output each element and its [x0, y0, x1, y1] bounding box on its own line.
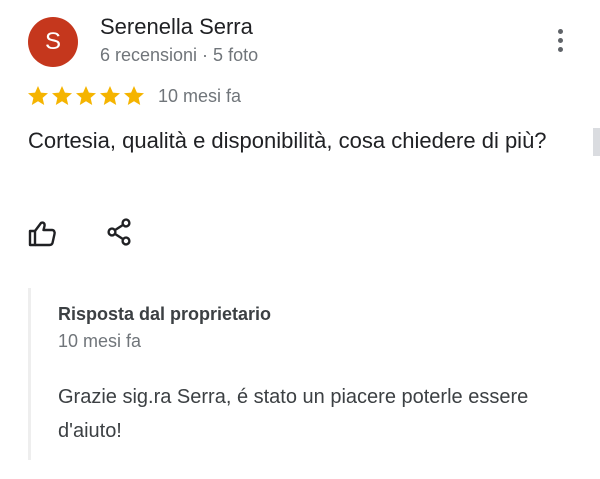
star-icon — [124, 86, 144, 105]
star-icon — [52, 86, 72, 105]
star-icon — [100, 86, 120, 105]
rating-row: 10 mesi fa — [26, 84, 241, 108]
avatar-letter: S — [44, 28, 61, 55]
star-icon — [28, 86, 48, 105]
share-icon — [107, 218, 131, 246]
review-card: S Serenella Serra 6 recensioni · 5 foto … — [0, 0, 600, 479]
more-vert-icon — [557, 28, 563, 34]
avatar[interactable]: S — [28, 17, 78, 67]
owner-response-title: Risposta dal proprietario — [58, 304, 272, 324]
star-rating — [26, 84, 146, 108]
more-options-button[interactable] — [548, 24, 572, 56]
author-name[interactable]: Serenella Serra — [100, 14, 253, 40]
owner-response: Risposta dal proprietario 10 mesi fa Gra… — [28, 288, 551, 460]
review-date: 10 mesi fa — [158, 85, 242, 106]
thumbs-up-icon — [28, 221, 56, 247]
owner-response-date: 10 mesi fa — [58, 331, 142, 351]
review-text: Cortesia, qualità e disponibilità, cosa … — [28, 128, 547, 153]
author-meta: 6 recensioni · 5 foto — [100, 45, 259, 65]
share-button[interactable] — [104, 217, 134, 247]
scrollbar-thumb[interactable] — [593, 128, 600, 156]
owner-response-text: Grazie sig.ra Serra, é stato un piacere … — [58, 386, 529, 442]
star-icon — [76, 86, 96, 105]
like-button[interactable] — [26, 217, 58, 249]
